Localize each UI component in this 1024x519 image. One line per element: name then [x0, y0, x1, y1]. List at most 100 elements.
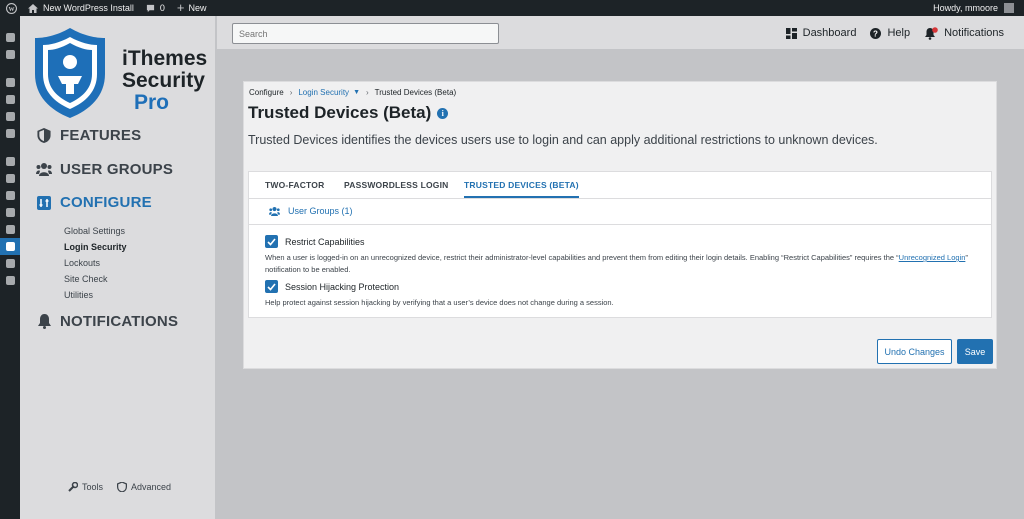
dashboard-link[interactable]: Dashboard — [785, 27, 857, 39]
nav-notifications[interactable]: NOTIFICATIONS — [36, 313, 178, 330]
subnav-global-settings[interactable]: Global Settings — [64, 223, 127, 239]
page-description: Trusted Devices identifies the devices u… — [248, 133, 878, 147]
menu-lock-icon[interactable] — [0, 255, 20, 272]
menu-pages-icon[interactable] — [0, 108, 20, 125]
menu-play-icon[interactable] — [0, 272, 20, 289]
tab-passwordless-login[interactable]: PASSWORDLESS LOGIN — [344, 180, 449, 190]
nav-configure[interactable]: CONFIGURE — [36, 194, 152, 211]
svg-text:W: W — [8, 6, 14, 12]
restrict-capabilities-option[interactable]: Restrict Capabilities — [265, 235, 365, 248]
session-hijacking-help: Help protect against session hijacking b… — [265, 298, 614, 307]
breadcrumb-separator-icon: › — [366, 88, 369, 97]
page-title: Trusted Devices (Beta) i — [248, 103, 449, 123]
nav-features[interactable]: FEATURES — [36, 127, 141, 144]
nav-user-groups[interactable]: USER GROUPS — [36, 161, 173, 178]
user-groups-link[interactable]: User Groups (1) — [269, 206, 353, 216]
unrecognized-login-link[interactable]: Unrecognized Login — [899, 253, 966, 262]
tab-two-factor[interactable]: TWO-FACTOR — [265, 180, 324, 190]
comments-count: 0 — [159, 3, 165, 13]
wp-admin-bar: W New WordPress Install 0 + New Howdy, m… — [0, 0, 1024, 16]
menu-security-icon[interactable] — [0, 238, 20, 255]
comment-icon — [146, 4, 154, 12]
subnav-lockouts[interactable]: Lockouts — [64, 255, 127, 271]
ithemes-sidebar: iThemes Security Pro FEATURES USER GROUP… — [20, 16, 216, 519]
shield-icon — [36, 128, 52, 144]
users-icon — [36, 162, 52, 178]
home-icon — [28, 3, 38, 13]
help-link[interactable]: ? Help — [870, 27, 910, 39]
new-label: New — [188, 3, 207, 13]
subnav-site-check[interactable]: Site Check — [64, 271, 127, 287]
tools-link[interactable]: Tools — [68, 482, 103, 492]
nav-configure-label: CONFIGURE — [60, 194, 152, 211]
tools-label: Tools — [82, 482, 104, 492]
subnav-utilities[interactable]: Utilities — [64, 287, 127, 303]
user-groups-icon — [269, 206, 280, 216]
ithemes-security-logo: iThemes Security Pro — [32, 26, 212, 126]
checkmark-icon — [267, 237, 276, 246]
breadcrumb-current: Trusted Devices (Beta) — [374, 88, 457, 97]
notifications-link[interactable]: Notifications — [924, 26, 1004, 40]
search-input[interactable] — [232, 23, 499, 44]
brand-line-2: Security — [122, 69, 205, 92]
shield-small-icon — [117, 482, 128, 492]
menu-g-icon[interactable] — [0, 46, 20, 63]
session-hijacking-checkbox[interactable] — [265, 280, 278, 293]
plus-icon: + — [176, 0, 185, 15]
menu-plugins-icon[interactable] — [0, 170, 20, 187]
subnav-login-security[interactable]: Login Security — [64, 239, 127, 255]
dashboard-grid-icon — [785, 27, 797, 39]
wordpress-logo-icon[interactable]: W — [0, 2, 22, 14]
dropdown-caret-icon[interactable]: ▼ — [353, 89, 360, 96]
session-hijacking-option[interactable]: Session Hijacking Protection — [265, 280, 399, 293]
notifications-bell-icon — [925, 26, 938, 40]
user-groups-label: User Groups (1) — [288, 206, 353, 216]
menu-dashboard-icon[interactable] — [0, 29, 20, 46]
restrict-capabilities-checkbox[interactable] — [265, 235, 278, 248]
menu-appearance-icon[interactable] — [0, 153, 20, 170]
tab-trusted-devices[interactable]: TRUSTED DEVICES (BETA) — [464, 180, 579, 198]
nav-notifications-label: NOTIFICATIONS — [60, 313, 179, 330]
menu-tools-icon[interactable] — [0, 204, 20, 221]
trusted-devices-card: Configure › Login Security ▼ › Trusted D… — [243, 81, 997, 369]
new-content-link[interactable]: + New — [176, 0, 207, 15]
menu-media-icon[interactable] — [0, 91, 20, 108]
page-title-text: Trusted Devices (Beta) — [248, 103, 432, 122]
divider — [249, 224, 991, 225]
wp-admin-menu — [0, 16, 20, 519]
user-avatar[interactable] — [1004, 3, 1014, 13]
comments-link[interactable]: 0 — [146, 3, 165, 13]
brand-name: iThemes Security Pro — [122, 48, 207, 114]
brand-line-3: Pro — [134, 91, 170, 114]
howdy-user-link[interactable]: Howdy, mmoore — [933, 3, 998, 13]
nav-user-groups-label: USER GROUPS — [60, 161, 174, 178]
checkmark-icon — [267, 282, 276, 291]
brand-line-1: iThemes — [122, 47, 208, 70]
save-button[interactable]: Save — [957, 339, 993, 364]
top-bar: Dashboard ? Help Notifications — [217, 16, 1024, 50]
breadcrumb: Configure › Login Security ▼ › Trusted D… — [249, 88, 456, 97]
settings-panel: TWO-FACTOR PASSWORDLESS LOGIN TRUSTED DE… — [248, 171, 992, 318]
session-hijacking-label: Session Hijacking Protection — [285, 281, 400, 292]
menu-posts-icon[interactable] — [0, 74, 20, 91]
sidebar-footer: Tools Advanced — [68, 482, 185, 492]
notifications-label: Notifications — [944, 27, 1004, 39]
shield-logo-icon — [35, 28, 105, 118]
wrench-icon — [68, 482, 78, 492]
breadcrumb-login-security[interactable]: Login Security — [298, 88, 349, 97]
undo-changes-button[interactable]: Undo Changes — [877, 339, 952, 364]
menu-settings-icon[interactable] — [0, 221, 20, 238]
dashboard-label: Dashboard — [802, 27, 857, 39]
svg-text:?: ? — [874, 29, 879, 38]
bell-icon — [36, 314, 52, 330]
menu-users-icon[interactable] — [0, 187, 20, 204]
breadcrumb-configure[interactable]: Configure — [249, 88, 284, 97]
site-name-link[interactable]: New WordPress Install — [28, 3, 134, 13]
site-name: New WordPress Install — [43, 3, 134, 13]
help-label: Help — [887, 27, 911, 39]
advanced-link[interactable]: Advanced — [117, 482, 171, 492]
menu-comments-icon[interactable] — [0, 125, 20, 142]
nav-features-label: FEATURES — [60, 127, 142, 144]
info-icon[interactable]: i — [437, 107, 449, 119]
configure-subnav: Global Settings Login Security Lockouts … — [64, 223, 127, 303]
